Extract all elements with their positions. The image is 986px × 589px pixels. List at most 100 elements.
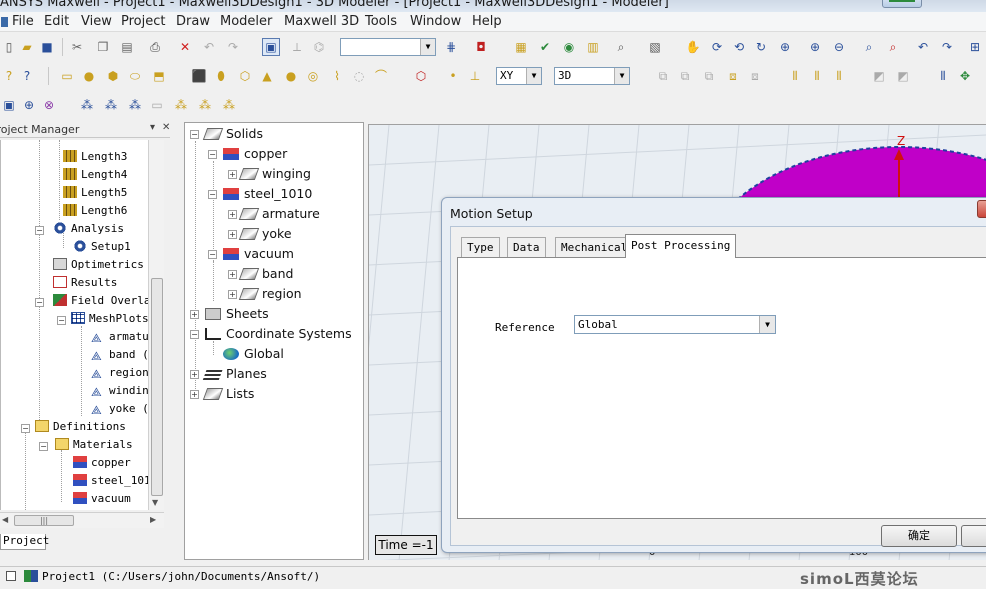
model-item-band[interactable]: band — [238, 264, 293, 284]
analyze-icon[interactable]: ◉ — [560, 38, 578, 56]
animate-icon[interactable]: ⁂ — [196, 96, 214, 114]
model-item-sheets[interactable]: Sheets — [205, 304, 269, 324]
mode-combo[interactable]: 3D ▼ — [554, 67, 630, 85]
project-tree-hscroll[interactable]: ◀ ||| ▶ — [0, 512, 164, 528]
menu-modeler[interactable]: Modeler — [220, 14, 272, 29]
regular-polyhedron-icon[interactable]: ⬡ — [236, 67, 254, 85]
tree-item-mesh-winding[interactable]: ⟁winding — [91, 382, 148, 400]
bondwire-icon[interactable]: ⌒ — [372, 67, 390, 85]
scroll-thumb[interactable] — [151, 278, 163, 496]
intersect-icon[interactable]: ⧉ — [700, 67, 718, 85]
tree-item-length3[interactable]: Length3 — [63, 148, 127, 166]
reference-select[interactable]: Global ▼ — [574, 315, 776, 334]
model-item-solids[interactable]: Solids — [202, 124, 263, 144]
chevron-right-icon[interactable]: ▶ — [150, 515, 156, 524]
grid-icon[interactable]: ⋕ — [442, 38, 460, 56]
snap-combo[interactable]: ▼ — [340, 38, 436, 56]
circle-icon[interactable]: ● — [80, 67, 98, 85]
region-icon[interactable]: ⬒ — [150, 67, 168, 85]
expand-toggle[interactable]: + — [228, 290, 237, 299]
find-icon[interactable]: ⌕ — [612, 38, 630, 56]
sweep-icon[interactable]: ◩ — [870, 67, 888, 85]
collapse-toggle[interactable]: − — [190, 130, 199, 139]
select-object-icon[interactable]: ▣ — [262, 38, 280, 56]
tree-item-definitions[interactable]: Definitions — [35, 418, 126, 436]
fields-icon[interactable]: ▧ — [646, 38, 664, 56]
move-icon[interactable]: ✥ — [956, 67, 974, 85]
menu-file[interactable]: File — [12, 14, 34, 29]
zoom-icon[interactable]: ⊕ — [776, 38, 794, 56]
pan-icon[interactable]: ✋ — [684, 38, 702, 56]
tree-item-mesh-band[interactable]: ⟁band (( — [91, 346, 148, 364]
tree-item-mesh-armature[interactable]: ⟁armature — [91, 328, 148, 346]
helix-icon[interactable]: ⌇ — [328, 67, 346, 85]
menu-help[interactable]: Help — [472, 14, 502, 29]
face-icon[interactable]: ⁂ — [102, 96, 120, 114]
excitation-icon[interactable]: ⊗ — [40, 96, 58, 114]
tree-item-mesh-region[interactable]: ⟁ region — [91, 364, 148, 382]
menu-tools[interactable]: Tools — [365, 14, 397, 29]
tree-item-results[interactable]: Results — [53, 274, 117, 292]
plane-combo[interactable]: XY ▼ — [496, 67, 542, 85]
results-icon[interactable]: ▥ — [584, 38, 602, 56]
view-undo-icon[interactable]: ↶ — [914, 38, 932, 56]
rotate-icon[interactable]: ⟳ — [708, 38, 726, 56]
close-button[interactable] — [977, 200, 986, 218]
model-item-region[interactable]: region — [238, 284, 302, 304]
project-tree-vscroll[interactable]: ▼ — [148, 140, 164, 510]
print-icon[interactable]: ⎙ — [146, 38, 164, 56]
model-item-vacuum[interactable]: vacuum — [223, 244, 294, 264]
expand-toggle[interactable]: + — [190, 370, 199, 379]
collapse-toggle[interactable]: − — [35, 226, 44, 235]
expand-toggle[interactable]: + — [228, 270, 237, 279]
model-item-coordinate-systems[interactable]: Coordinate Systems — [205, 324, 352, 344]
collapse-toggle[interactable]: − — [35, 298, 44, 307]
tree-item-material-steel[interactable]: steel_1010 — [73, 472, 148, 490]
tree-item-material-copper[interactable]: copper — [73, 454, 131, 472]
box-icon[interactable]: ⬛ — [190, 67, 208, 85]
save-icon[interactable]: ■ — [38, 38, 56, 56]
close-icon[interactable]: ✕ — [162, 122, 170, 133]
copy-icon[interactable]: ❐ — [94, 38, 112, 56]
model-item-lists[interactable]: Lists — [202, 384, 254, 404]
help-icon[interactable]: ? — [0, 67, 18, 85]
fit-all-icon[interactable]: ⌕ — [860, 38, 878, 56]
undo-icon[interactable]: ↶ — [200, 38, 218, 56]
collapse-toggle[interactable]: − — [39, 442, 48, 451]
point-icon[interactable]: • — [444, 67, 462, 85]
model-icon[interactable]: ⌬ — [310, 38, 328, 56]
rotate-local-icon[interactable]: ⟲ — [730, 38, 748, 56]
model-item-global[interactable]: Global — [223, 344, 284, 364]
model-tree[interactable]: − Solids − copper + winging − steel_1010… — [184, 122, 364, 560]
expand-toggle[interactable]: + — [228, 230, 237, 239]
collapse-toggle[interactable]: − — [190, 330, 199, 339]
menu-project[interactable]: Project — [121, 14, 165, 29]
tree-item-setup1[interactable]: Setup1 — [73, 238, 131, 256]
delete-icon[interactable]: ✕ — [176, 38, 194, 56]
tree-item-length4[interactable]: Length4 — [63, 166, 127, 184]
mesh-icon[interactable]: ▣ — [0, 96, 18, 114]
tree-item-length5[interactable]: Length5 — [63, 184, 127, 202]
chevron-down-icon[interactable]: ▼ — [526, 68, 541, 84]
cut-icon[interactable]: ✂ — [68, 38, 86, 56]
measure-icon[interactable]: ⁂ — [78, 96, 96, 114]
expand-toggle[interactable]: + — [228, 210, 237, 219]
redo-icon[interactable]: ↷ — [224, 38, 242, 56]
model-item-steel-1010[interactable]: steel_1010 — [223, 184, 312, 204]
ok-button[interactable]: 确定 — [881, 525, 957, 547]
tree-item-optimetrics[interactable]: Optimetrics — [53, 256, 144, 274]
expand-toggle[interactable]: + — [228, 170, 237, 179]
vertex-icon[interactable]: ▭ — [148, 96, 166, 114]
tree-item-mesh-yoke[interactable]: ⟁yoke (( — [91, 400, 148, 418]
chevron-down-icon[interactable]: ▼ — [420, 39, 435, 55]
align-icon[interactable]: ⫴ — [786, 67, 804, 85]
coordinate-icon[interactable]: ⫴ — [934, 67, 952, 85]
tree-item-length6[interactable]: Length6 — [63, 202, 127, 220]
edge-icon[interactable]: ⁂ — [126, 96, 144, 114]
fit-selection-icon[interactable]: ⌕ — [884, 38, 902, 56]
project-tree[interactable]: Length3 Length4 Length5 Length6 − Analys… — [0, 140, 148, 510]
scroll-thumb[interactable]: ||| — [14, 515, 74, 526]
tree-item-meshplots[interactable]: MeshPlots — [71, 310, 148, 328]
create-point-icon[interactable]: ⬡ — [412, 67, 430, 85]
unite-icon[interactable]: ⧉ — [654, 67, 672, 85]
